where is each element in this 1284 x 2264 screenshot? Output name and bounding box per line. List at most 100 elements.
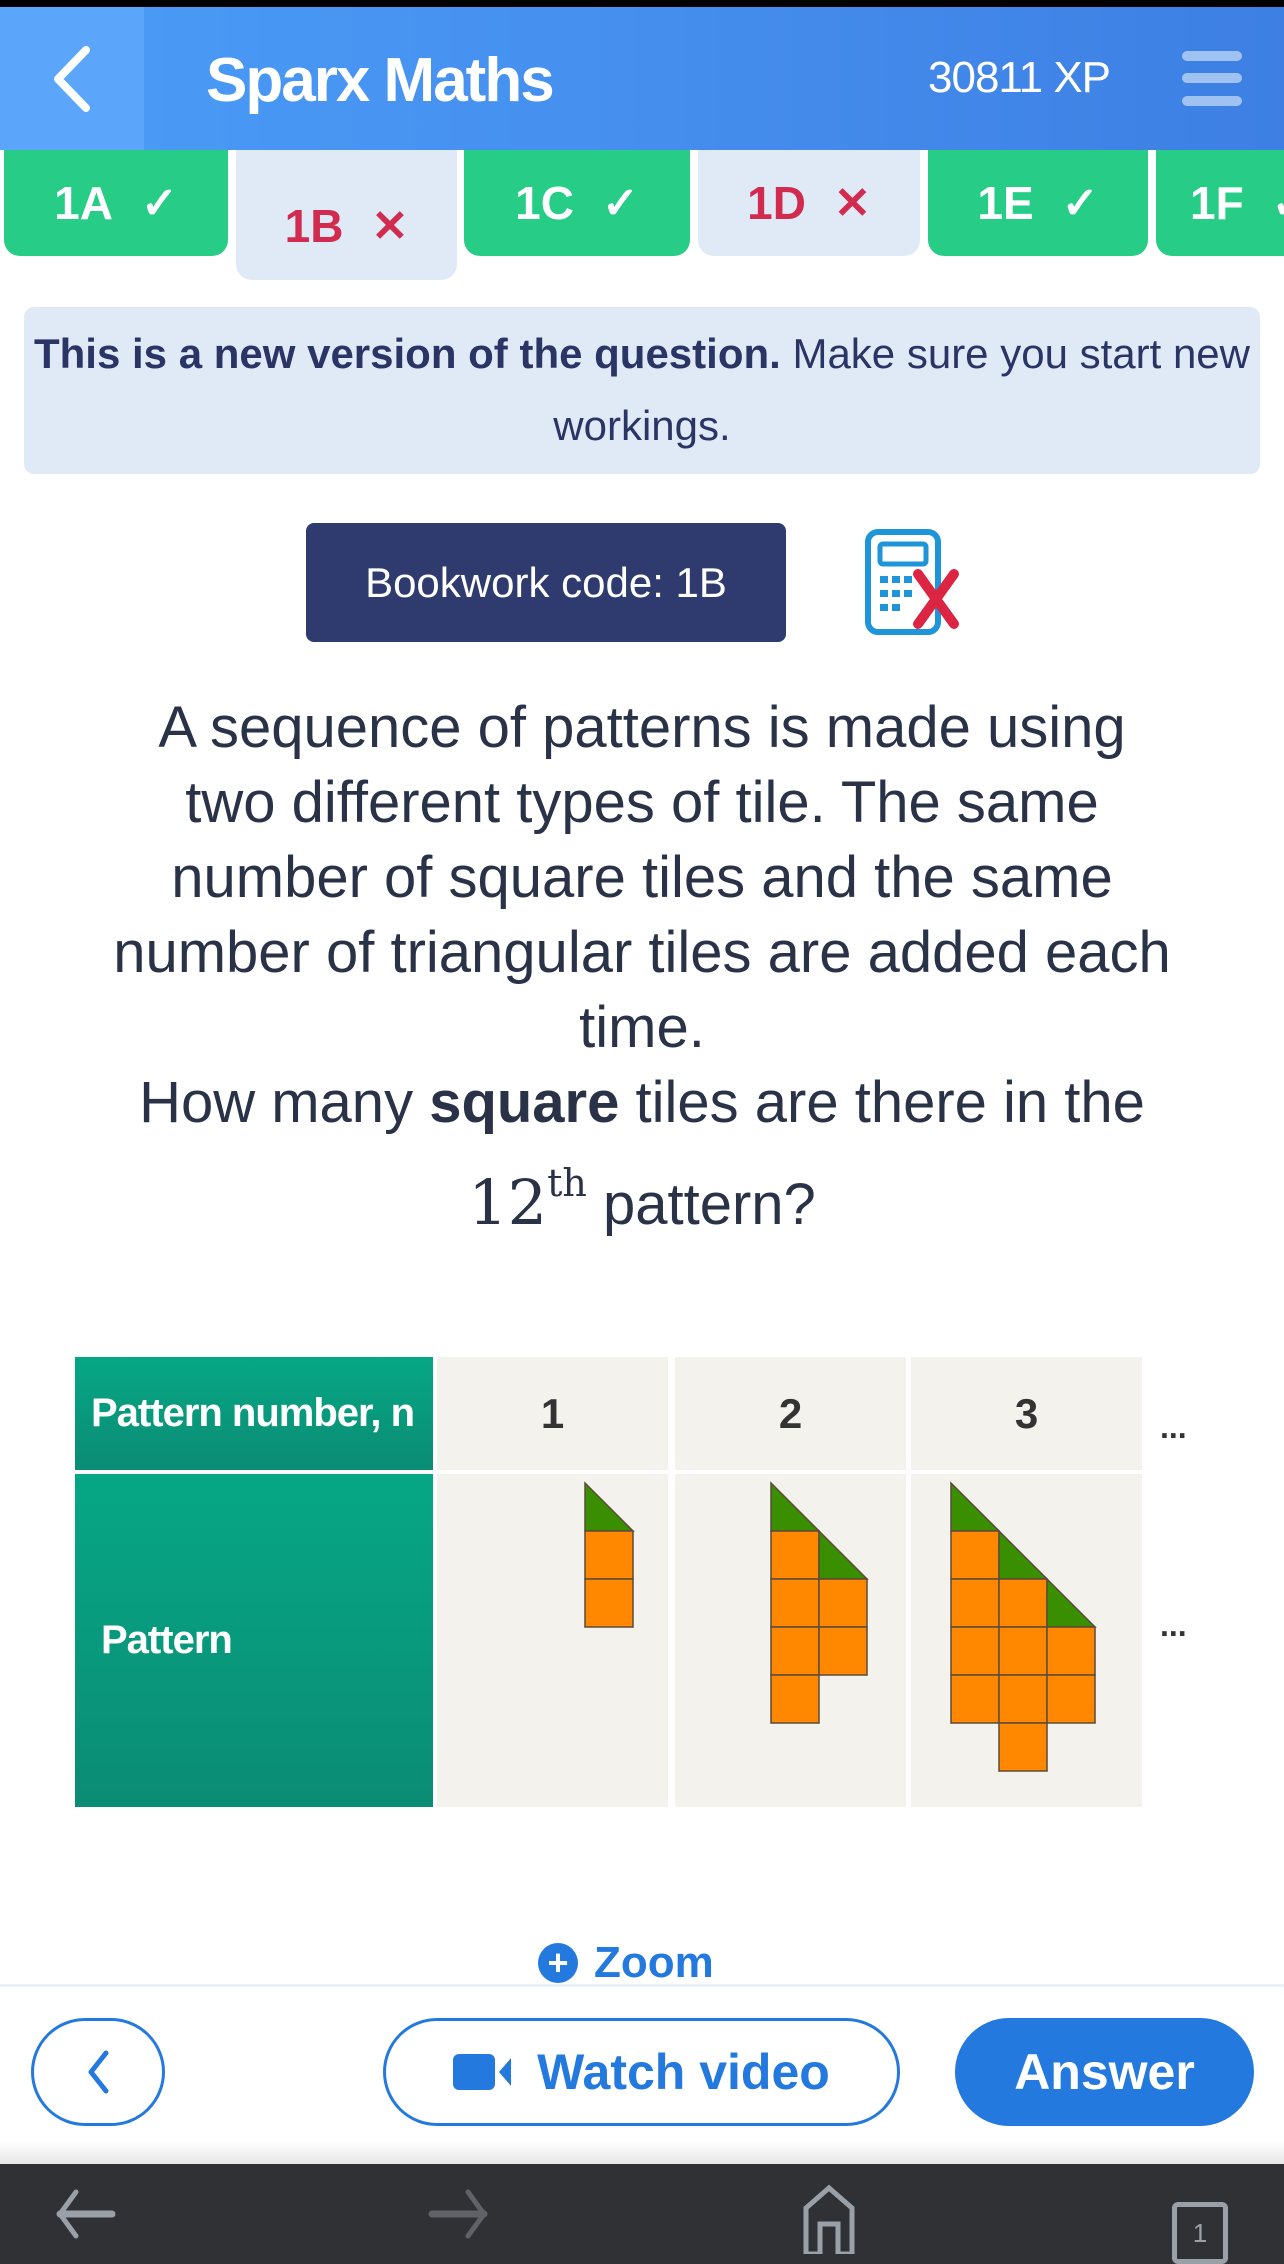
answer-button[interactable]: Answer bbox=[955, 2018, 1254, 2126]
question-ask-end: 12th pattern? bbox=[0, 1146, 1284, 1242]
pattern-table: Pattern number, n Pattern ... ... 1 2 3 bbox=[75, 1357, 1275, 1807]
ordinal-math: 12th bbox=[468, 1161, 587, 1239]
calculator-not-allowed-icon bbox=[865, 529, 959, 635]
tab-label: 1E bbox=[977, 177, 1034, 229]
tab-1a[interactable]: 1A ✓ bbox=[4, 150, 228, 256]
square-tile bbox=[950, 1530, 1000, 1580]
pattern-2-drawing bbox=[770, 1481, 869, 1724]
square-tile bbox=[770, 1530, 820, 1580]
pattern-number-cell: 3 bbox=[911, 1357, 1142, 1470]
tab-label: 1B bbox=[284, 200, 344, 252]
ordinal-number: 12 bbox=[468, 1166, 548, 1239]
check-icon: ✓ bbox=[1061, 178, 1099, 228]
question-line: number of square tiles and the same bbox=[171, 845, 1113, 910]
pattern-number-cell: 1 bbox=[437, 1357, 668, 1470]
row-header-pattern-number: Pattern number, n bbox=[75, 1357, 433, 1470]
tabs-count: 1 bbox=[1192, 2217, 1208, 2248]
pattern-1-drawing bbox=[584, 1481, 635, 1628]
triangle-tile bbox=[584, 1481, 635, 1532]
ellipsis: ... bbox=[1160, 1607, 1187, 1643]
square-tile bbox=[950, 1626, 1000, 1676]
chevron-left-icon bbox=[54, 45, 90, 112]
app-title: Sparx Maths bbox=[206, 46, 555, 115]
status-bar bbox=[0, 0, 1284, 7]
new-version-notice: This is a new version of the question. M… bbox=[24, 307, 1260, 474]
square-tile bbox=[950, 1578, 1000, 1628]
tab-1f[interactable]: 1F ✓ bbox=[1156, 150, 1284, 256]
back-button[interactable] bbox=[0, 7, 144, 150]
triangle-tile bbox=[998, 1529, 1049, 1580]
square-tile bbox=[1046, 1626, 1096, 1676]
triangle-tile bbox=[1046, 1577, 1097, 1628]
tab-label: 1A bbox=[54, 177, 113, 229]
ask-text: pattern? bbox=[586, 1172, 816, 1237]
tabs-count-button[interactable]: 1 bbox=[1172, 2202, 1228, 2264]
row-header-pattern: Pattern bbox=[75, 1474, 433, 1807]
square-tile bbox=[584, 1578, 634, 1628]
pattern-drawing-cell bbox=[675, 1474, 906, 1807]
question-line: time. bbox=[579, 995, 705, 1060]
question-text: A sequence of patterns is made using two… bbox=[0, 690, 1284, 1242]
triangle-tile bbox=[950, 1481, 1001, 1532]
square-tile bbox=[950, 1674, 1000, 1724]
cross-icon: ✕ bbox=[833, 178, 871, 228]
square-tile bbox=[998, 1578, 1048, 1628]
tab-1d[interactable]: 1D ✕ bbox=[698, 150, 920, 256]
pattern-number: 2 bbox=[778, 1389, 803, 1437]
cross-icon: ✕ bbox=[371, 201, 409, 251]
square-tile bbox=[998, 1626, 1048, 1676]
zoom-button[interactable]: + Zoom bbox=[538, 1940, 714, 1986]
watch-video-label: Watch video bbox=[537, 2044, 830, 2100]
ask-text: tiles are there in the bbox=[619, 1070, 1145, 1135]
ask-text: How many bbox=[139, 1070, 430, 1135]
ask-bold-text: square bbox=[429, 1070, 620, 1135]
square-tile bbox=[1046, 1674, 1096, 1724]
tab-1b[interactable]: 1B ✕ bbox=[236, 150, 457, 280]
browser-navbar: 1 bbox=[0, 2164, 1284, 2264]
pattern-drawing-cell bbox=[437, 1474, 668, 1807]
row-header-label: Pattern number, n bbox=[91, 1391, 415, 1435]
bottom-shadow bbox=[0, 2140, 1284, 2164]
xp-counter: 30811 XP bbox=[928, 53, 1111, 102]
pattern-number-cell: 2 bbox=[675, 1357, 906, 1470]
pattern-number: 1 bbox=[540, 1389, 565, 1437]
back-arrow-icon[interactable] bbox=[50, 2184, 120, 2244]
square-tile bbox=[770, 1626, 820, 1676]
pattern-drawing-cell bbox=[911, 1474, 1142, 1807]
bookwork-code-badge[interactable]: Bookwork code: 1B bbox=[306, 523, 786, 642]
square-tile bbox=[770, 1674, 820, 1724]
ellipsis: ... bbox=[1160, 1409, 1187, 1445]
row-header-label: Pattern bbox=[101, 1618, 233, 1662]
forward-arrow-icon[interactable] bbox=[424, 2184, 494, 2244]
square-tile bbox=[998, 1674, 1048, 1724]
previous-button[interactable] bbox=[31, 2018, 165, 2126]
question-ask: How many square tiles are there in the bbox=[0, 1065, 1284, 1140]
watch-video-button[interactable]: Watch video bbox=[383, 2018, 900, 2126]
ordinal-suffix: th bbox=[547, 1161, 587, 1205]
tab-label: 1C bbox=[515, 177, 574, 229]
square-tile bbox=[818, 1626, 868, 1676]
zoom-in-icon: + bbox=[538, 1942, 578, 1983]
notice-bold-text: This is a new version of the question. bbox=[34, 330, 781, 377]
tab-1e[interactable]: 1E ✓ bbox=[928, 150, 1148, 256]
square-tile bbox=[584, 1530, 634, 1580]
square-tile bbox=[818, 1578, 868, 1628]
hamburger-menu-icon[interactable] bbox=[1180, 49, 1244, 109]
square-tile bbox=[770, 1578, 820, 1628]
pattern-number: 3 bbox=[1014, 1389, 1039, 1437]
app-header: Sparx Maths 30811 XP bbox=[0, 7, 1284, 150]
tab-1c[interactable]: 1C ✓ bbox=[464, 150, 690, 256]
question-line: two different types of tile. The same bbox=[185, 770, 1099, 835]
square-tile bbox=[998, 1722, 1048, 1772]
home-icon[interactable] bbox=[800, 2184, 860, 2254]
check-icon: ✓ bbox=[140, 178, 178, 228]
triangle-tile bbox=[818, 1529, 869, 1580]
question-line: A sequence of patterns is made using bbox=[158, 695, 1126, 760]
check-icon: ✓ bbox=[601, 178, 639, 228]
check-icon: ✓ bbox=[1272, 178, 1284, 229]
tab-label: 1D bbox=[747, 177, 806, 229]
chevron-left-icon bbox=[88, 2050, 109, 2094]
divider bbox=[0, 1984, 1284, 1987]
question-line: number of triangular tiles are added eac… bbox=[113, 920, 1171, 985]
tab-label: 1F bbox=[1190, 177, 1244, 229]
